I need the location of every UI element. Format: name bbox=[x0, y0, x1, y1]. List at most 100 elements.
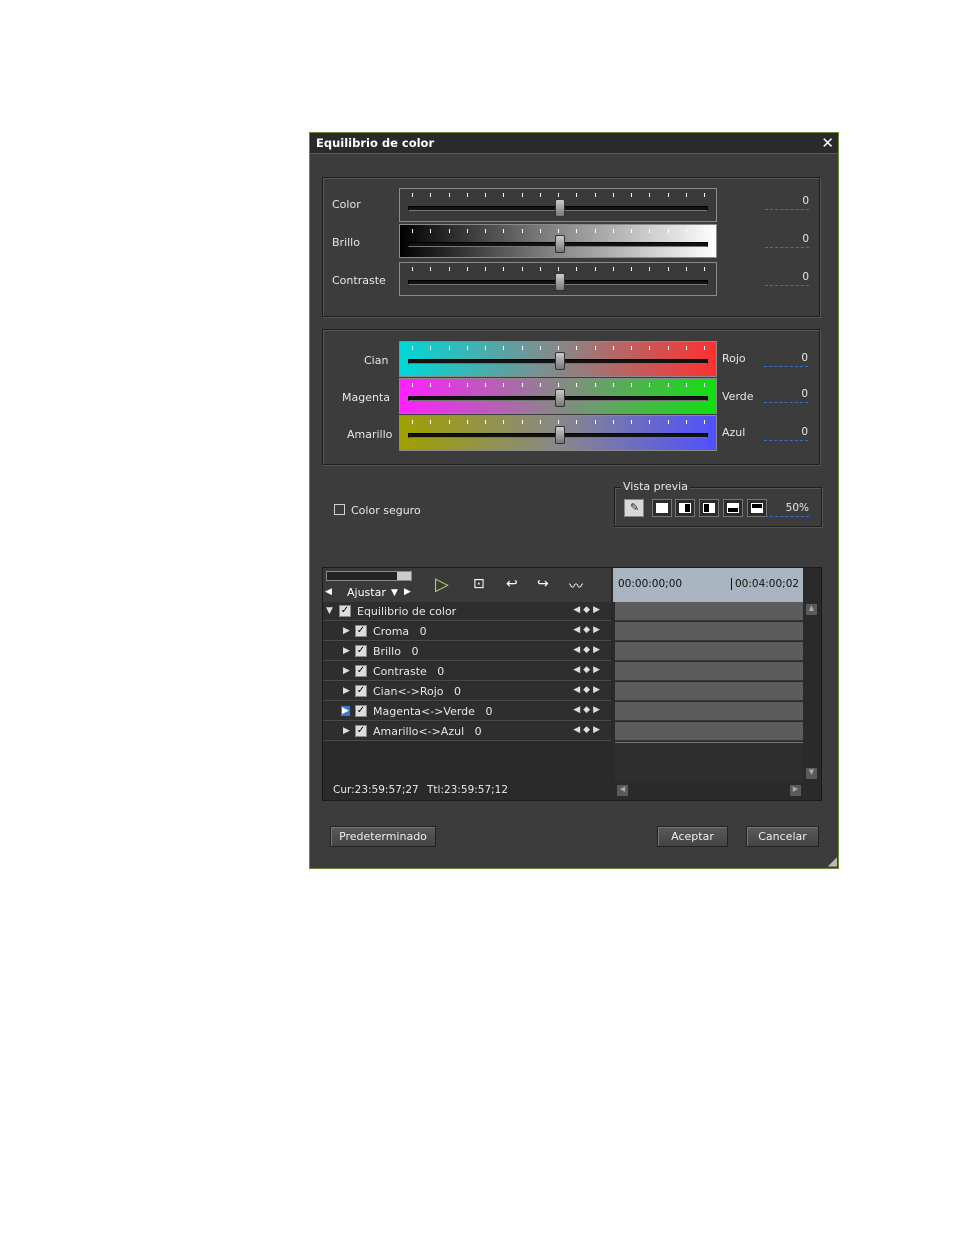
track-lane[interactable] bbox=[615, 722, 803, 741]
cancel-button[interactable]: Cancelar bbox=[746, 826, 819, 847]
expand-icon[interactable]: ▶ bbox=[341, 706, 350, 716]
keyframe-nav-icons[interactable]: ◀◆▶ bbox=[573, 725, 603, 735]
keyframe-nav-icons[interactable]: ◀◆▶ bbox=[573, 705, 603, 715]
brightness-slider[interactable] bbox=[399, 224, 717, 258]
slider-thumb[interactable] bbox=[555, 389, 565, 407]
track-checkbox[interactable]: ✓ bbox=[355, 625, 367, 637]
scroll-up-icon[interactable]: ▲ bbox=[806, 604, 817, 615]
yellow-blue-slider[interactable] bbox=[399, 415, 717, 451]
contrast-slider[interactable] bbox=[399, 262, 717, 296]
color-slider[interactable] bbox=[399, 188, 717, 222]
scroll-right-small-icon[interactable]: ▶ bbox=[790, 785, 801, 796]
track-lane[interactable] bbox=[615, 662, 803, 681]
slider-thumb[interactable] bbox=[555, 426, 565, 444]
contrast-value[interactable]: 0 bbox=[765, 271, 809, 286]
slider-tick bbox=[612, 193, 614, 197]
slider-tick bbox=[594, 229, 596, 233]
brightness-value[interactable]: 0 bbox=[765, 233, 809, 248]
slider-tick bbox=[466, 193, 468, 197]
slider-thumb[interactable] bbox=[555, 352, 565, 370]
track-row[interactable]: ▶ ✓ Brillo 0 ◀◆▶ bbox=[323, 642, 611, 661]
slider-thumb[interactable] bbox=[555, 199, 565, 217]
preview-full-button[interactable] bbox=[652, 499, 672, 517]
slider-tick bbox=[631, 267, 632, 271]
preview-zoom-value[interactable]: 50% bbox=[765, 502, 809, 517]
track-checkbox[interactable]: ✓ bbox=[355, 685, 367, 697]
color-safe-checkbox[interactable] bbox=[334, 504, 345, 515]
graph-icon[interactable]: 〰 bbox=[569, 576, 583, 595]
loop-play-icon[interactable]: ⊡ bbox=[473, 576, 485, 594]
track-checkbox[interactable]: ✓ bbox=[355, 705, 367, 717]
redo-icon[interactable]: ↪ bbox=[537, 576, 549, 594]
ok-button[interactable]: Aceptar bbox=[657, 826, 728, 847]
cyan-red-value[interactable]: 0 bbox=[764, 352, 808, 367]
expand-icon[interactable]: ▶ bbox=[343, 686, 350, 696]
track-lane[interactable] bbox=[615, 642, 803, 661]
preview-split-top-button[interactable] bbox=[723, 499, 743, 517]
keyframe-nav-icons[interactable]: ◀◆▶ bbox=[573, 665, 603, 675]
scroll-left-icon[interactable]: ◀ bbox=[325, 587, 332, 597]
scroll-left-small-icon[interactable]: ◀ bbox=[617, 785, 628, 796]
time-ruler[interactable]: 00:00:00;00 00:04:00;02 bbox=[613, 568, 803, 602]
cyan-red-slider[interactable] bbox=[399, 341, 717, 377]
keyframe-nav-icons[interactable]: ◀◆▶ bbox=[573, 645, 603, 655]
slider-tick bbox=[503, 267, 505, 271]
track-checkbox[interactable]: ✓ bbox=[355, 645, 367, 657]
expand-icon[interactable]: ▶ bbox=[343, 646, 350, 656]
fit-dropdown[interactable]: Ajustar bbox=[347, 586, 386, 599]
slider-tick bbox=[521, 267, 523, 271]
collapse-icon[interactable]: ▼ bbox=[326, 606, 333, 616]
preview-split-left-button[interactable] bbox=[675, 499, 695, 517]
slider-tick bbox=[612, 383, 614, 387]
blue-label: Azul bbox=[722, 426, 746, 439]
slider-tick bbox=[576, 420, 578, 424]
slider-tick bbox=[412, 267, 413, 271]
zoom-scroll[interactable] bbox=[326, 571, 412, 581]
preview-split-right-button[interactable] bbox=[699, 499, 719, 517]
track-lane[interactable] bbox=[615, 622, 803, 641]
undo-icon[interactable]: ↩ bbox=[506, 576, 518, 594]
lane-empty-area bbox=[615, 742, 803, 783]
vertical-scrollbar[interactable]: ▲ ▼ bbox=[805, 602, 819, 782]
horizontal-scrollbar[interactable]: ◀ ▶ bbox=[615, 784, 803, 798]
color-value[interactable]: 0 bbox=[765, 195, 809, 210]
keyframe-nav-icons[interactable]: ◀◆▶ bbox=[573, 605, 603, 615]
scroll-down-icon[interactable]: ▼ bbox=[806, 768, 817, 779]
track-row[interactable]: ▶ ✓ Cian<->Rojo 0 ◀◆▶ bbox=[323, 682, 611, 701]
track-row[interactable]: ▶ ✓ Amarillo<->Azul 0 ◀◆▶ bbox=[323, 722, 611, 741]
track-lane[interactable] bbox=[615, 602, 803, 621]
preview-pencil-button[interactable]: ✎ bbox=[624, 499, 644, 517]
dropdown-arrow-icon[interactable]: ▼ bbox=[391, 588, 398, 598]
root-checkbox[interactable]: ✓ bbox=[339, 605, 351, 617]
track-lane[interactable] bbox=[615, 702, 803, 721]
magenta-green-slider[interactable] bbox=[399, 378, 717, 414]
expand-icon[interactable]: ▶ bbox=[343, 726, 350, 736]
scroll-right-icon[interactable]: ▶ bbox=[404, 587, 411, 597]
slider-tick bbox=[704, 383, 705, 387]
keyframe-nav-icons[interactable]: ◀◆▶ bbox=[573, 625, 603, 635]
expand-icon[interactable]: ▶ bbox=[343, 626, 350, 636]
track-checkbox[interactable]: ✓ bbox=[355, 725, 367, 737]
expand-icon[interactable]: ▶ bbox=[343, 666, 350, 676]
slider-tick bbox=[466, 383, 468, 387]
color-safe-label: Color seguro bbox=[351, 504, 421, 517]
root-row[interactable]: ▼ ✓ Equilibrio de color ◀◆▶ bbox=[323, 602, 611, 621]
keyframe-nav-icons[interactable]: ◀◆▶ bbox=[573, 685, 603, 695]
track-lane[interactable] bbox=[615, 682, 803, 701]
default-button[interactable]: Predeterminado bbox=[330, 826, 436, 847]
preview-split-bottom-button[interactable] bbox=[747, 499, 767, 517]
slider-tick bbox=[485, 267, 486, 271]
play-icon[interactable]: ▷ bbox=[435, 574, 449, 595]
track-row[interactable]: ▶ ✓ Contraste 0 ◀◆▶ bbox=[323, 662, 611, 681]
resize-grip-icon[interactable]: ◢ bbox=[828, 854, 837, 868]
magenta-green-value[interactable]: 0 bbox=[764, 388, 808, 403]
slider-tick bbox=[704, 193, 705, 197]
track-checkbox[interactable]: ✓ bbox=[355, 665, 367, 677]
slider-thumb[interactable] bbox=[555, 273, 565, 291]
slider-tick bbox=[485, 383, 486, 387]
track-row[interactable]: ▶ ✓ Magenta<->Verde 0 ◀◆▶ bbox=[323, 702, 611, 721]
slider-thumb[interactable] bbox=[555, 235, 565, 253]
yellow-blue-value[interactable]: 0 bbox=[764, 426, 808, 441]
track-row[interactable]: ▶ ✓ Croma 0 ◀◆▶ bbox=[323, 622, 611, 641]
close-icon[interactable]: ✕ bbox=[821, 134, 834, 152]
